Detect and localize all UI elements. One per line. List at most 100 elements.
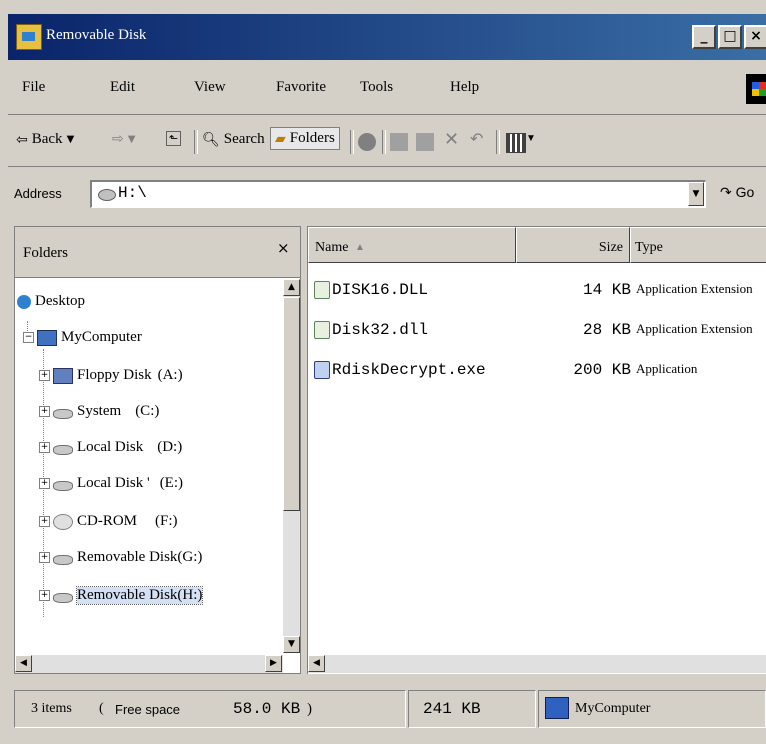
tree-item-floppy[interactable]: + Floppy Disk (A:) [39, 367, 183, 384]
expand-icon[interactable]: + [39, 478, 50, 489]
tree-item-drive: (G:) [177, 549, 203, 565]
search-button[interactable]: 🔍︎ Search [202, 131, 265, 148]
file-type: Application [636, 361, 698, 376]
up-folder-button[interactable]: ⬑ [166, 131, 182, 146]
tree-item-drive: (E:) [159, 475, 184, 491]
status-bar: 3 items ( Free space 58.0 KB ) 241 KB My… [8, 684, 766, 734]
back-dropdown-icon[interactable]: ▼ [67, 134, 75, 145]
computer-icon [545, 697, 569, 719]
folders-header: Folders × [15, 227, 300, 278]
tree-item-system[interactable]: + System (C:) [39, 403, 159, 420]
copy-to-icon[interactable] [416, 133, 434, 151]
column-header-type[interactable]: Type [630, 227, 766, 263]
file-row[interactable]: Disk32.dll 28 KB Application Extension [308, 321, 766, 343]
tree-item-selected-label: Removable Disk(H:) [75, 586, 204, 605]
toolbar-separator [382, 130, 386, 154]
menu-edit[interactable]: Edit [110, 79, 135, 96]
expand-icon[interactable]: + [39, 370, 50, 381]
tree-item-drive: (F:) [155, 513, 178, 529]
undo-icon[interactable]: ↶ [470, 129, 483, 149]
move-to-icon[interactable] [390, 133, 408, 151]
menu-favorite[interactable]: Favorite [276, 79, 326, 96]
file-type: Application Extension [636, 281, 753, 296]
menu-file[interactable]: File [22, 79, 45, 96]
close-button[interactable]: × [744, 25, 766, 49]
column-header-name[interactable]: Name ▲ [308, 227, 516, 263]
tree-item-local-e[interactable]: + Local Disk ' (E:) [39, 475, 183, 492]
explorer-window: Removable Disk _ □ × File Edit View Favo… [0, 0, 766, 744]
folder-window-icon [16, 24, 42, 50]
status-panel-items: 3 items ( Free space 58.0 KB ) [14, 690, 406, 728]
file-name-cell: Disk32.dll [314, 321, 428, 339]
views-dropdown-icon[interactable]: ▼ [526, 133, 536, 144]
dll-file-icon [314, 281, 330, 299]
scroll-left-arrow-icon[interactable]: ◀ [15, 655, 32, 672]
file-name-cell: RdiskDecrypt.exe [314, 361, 486, 379]
removable-drive-icon [53, 554, 73, 565]
expand-icon[interactable]: + [39, 442, 50, 453]
tree-item-removable-h[interactable]: + Removable Disk(H:) [39, 586, 204, 605]
minimize-button[interactable]: _ [692, 25, 716, 49]
cd-drive-icon [53, 513, 73, 530]
back-button[interactable]: ⇦ Back ▼ [16, 131, 74, 148]
forward-dropdown-icon[interactable]: ▼ [128, 134, 136, 145]
folders-button[interactable]: ▰ Folders [270, 127, 340, 150]
toolbar-separator [350, 130, 354, 154]
tree-item-label: Removable Disk [77, 587, 178, 603]
toolbar-separator [496, 130, 500, 154]
folders-vertical-scrollbar[interactable]: ▲ ▼ [283, 279, 300, 653]
status-item-count: 3 items [31, 701, 72, 716]
address-bar: Address H:\ ▼ ↷ Go [8, 168, 766, 220]
file-name-cell: DISK16.DLL [314, 281, 428, 299]
expand-icon[interactable]: + [39, 516, 50, 527]
views-icon[interactable] [506, 133, 526, 153]
collapse-icon[interactable]: − [23, 332, 34, 343]
status-location: MyComputer [575, 701, 651, 716]
scroll-down-arrow-icon[interactable]: ▼ [283, 636, 300, 653]
menu-view[interactable]: View [194, 79, 226, 96]
scroll-up-arrow-icon[interactable]: ▲ [283, 279, 300, 296]
tree-item-local-d[interactable]: + Local Disk (D:) [39, 439, 182, 456]
forward-arrow-icon: ⇨ [112, 131, 124, 147]
menu-tools[interactable]: Tools [360, 79, 393, 96]
folders-close-button[interactable]: × [277, 239, 290, 257]
file-row[interactable]: RdiskDecrypt.exe 200 KB Application [308, 361, 766, 383]
menu-help[interactable]: Help [450, 79, 479, 96]
folders-pane: Folders × Desktop − MyComputer + Floppy … [14, 226, 301, 674]
hard-drive-icon [53, 408, 73, 419]
title-bar[interactable]: Removable Disk _ □ × [8, 14, 766, 60]
history-icon[interactable] [358, 133, 376, 151]
column-type-label: Type [635, 240, 663, 255]
hard-drive-icon [53, 480, 73, 491]
scroll-thumb[interactable] [283, 297, 300, 511]
back-label: Back [31, 131, 63, 147]
address-dropdown-button[interactable]: ▼ [688, 182, 704, 206]
delete-icon[interactable]: ✕ [444, 129, 459, 150]
drive-icon [98, 189, 116, 201]
exe-file-icon [314, 361, 330, 379]
folders-horizontal-scrollbar[interactable]: ◀ ▶ [15, 655, 283, 673]
tree-item-label: Desktop [35, 293, 85, 309]
tree-item-drive: (A:) [157, 367, 183, 383]
scroll-left-arrow-icon[interactable]: ◀ [308, 655, 325, 672]
go-arrow-icon: ↷ [720, 185, 732, 201]
column-header-size[interactable]: Size [516, 227, 630, 263]
forward-button[interactable]: ⇨ ▼ [112, 131, 135, 147]
tree-item-desktop[interactable]: Desktop [17, 293, 85, 310]
tree-item-mycomputer[interactable]: − MyComputer [23, 329, 142, 346]
tree-item-removable-g[interactable]: + Removable Disk (G:) [39, 549, 202, 566]
expand-icon[interactable]: + [39, 552, 50, 563]
files-horizontal-scrollbar[interactable]: ◀ [308, 655, 766, 673]
tree-item-label: Floppy Disk [77, 367, 152, 383]
removable-drive-icon [53, 592, 73, 603]
expand-icon[interactable]: + [39, 406, 50, 417]
status-total-size: 241 KB [423, 700, 481, 718]
scroll-right-arrow-icon[interactable]: ▶ [265, 655, 282, 672]
tree-item-cdrom[interactable]: + CD-ROM (F:) [39, 513, 178, 530]
file-name: Disk32.dll [332, 321, 429, 339]
expand-icon[interactable]: + [39, 590, 50, 601]
maximize-button[interactable]: □ [718, 25, 742, 49]
file-row[interactable]: DISK16.DLL 14 KB Application Extension [308, 281, 766, 303]
go-button[interactable]: ↷ Go [720, 184, 754, 201]
address-input[interactable]: H:\ [90, 180, 706, 208]
